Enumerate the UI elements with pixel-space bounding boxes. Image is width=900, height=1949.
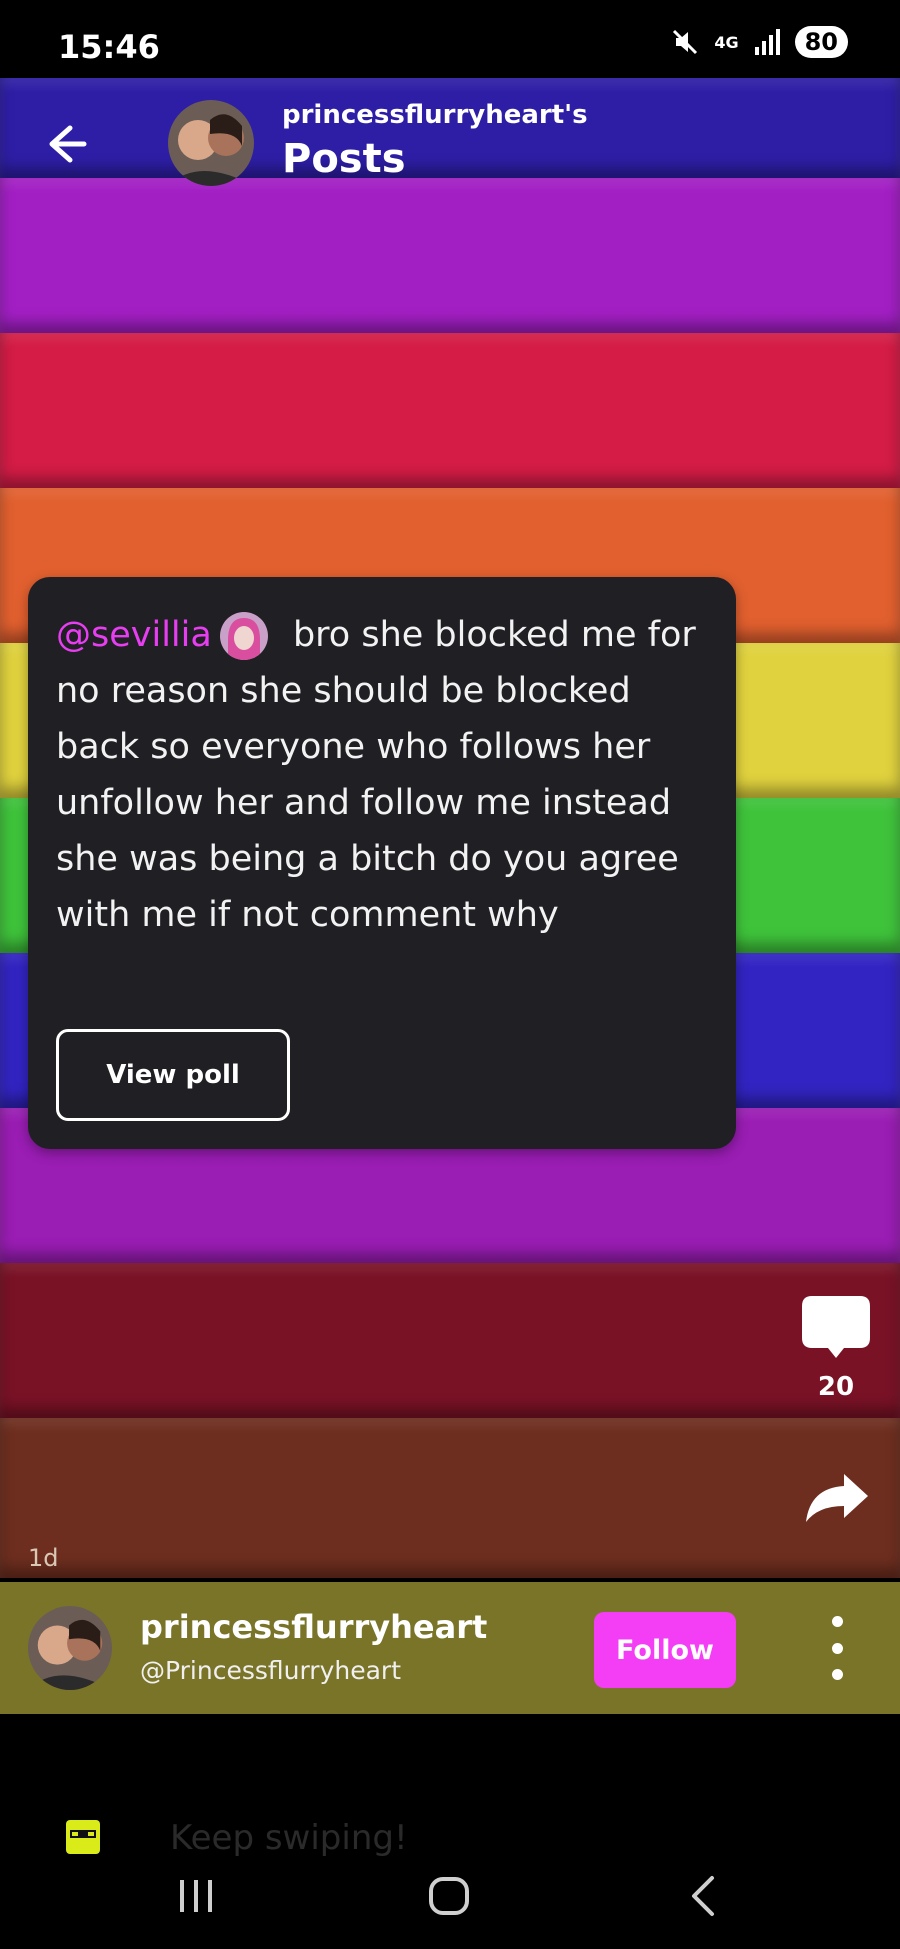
comment-icon[interactable] xyxy=(800,1290,872,1380)
share-icon[interactable] xyxy=(800,1468,872,1528)
view-poll-button[interactable]: View poll xyxy=(56,1029,290,1121)
swipe-toast-text: Keep swiping! xyxy=(170,1818,408,1858)
header-avatar[interactable] xyxy=(168,100,254,186)
status-icons: 4G 80 xyxy=(670,26,848,58)
back-button[interactable] xyxy=(40,118,92,170)
battery-icon: 80 xyxy=(794,26,848,58)
mute-icon xyxy=(673,29,698,55)
page-title: Posts xyxy=(282,136,406,182)
follow-button[interactable]: Follow xyxy=(594,1612,736,1688)
status-bar: 15:46 4G 80 xyxy=(0,0,900,78)
mention-link[interactable]: @sevillia xyxy=(56,615,212,655)
author-avatar[interactable] xyxy=(28,1606,112,1690)
author-bar: princessflurryheart @Princessflurryheart… xyxy=(0,1582,900,1714)
comment-count: 20 xyxy=(817,1372,855,1402)
signal-icon xyxy=(754,29,780,55)
home-icon[interactable] xyxy=(428,1874,470,1918)
post-body: bro she blocked me for no reason she sho… xyxy=(56,615,696,935)
more-options-icon[interactable] xyxy=(822,1616,852,1680)
author-name[interactable]: princessflurryheart xyxy=(140,1608,487,1646)
recent-apps-icon[interactable] xyxy=(176,1874,216,1918)
header-subtitle: princessflurryheart's xyxy=(282,100,588,130)
post-time: 1d xyxy=(28,1544,59,1572)
network-label: 4G xyxy=(714,32,739,52)
mention-avatar xyxy=(219,612,268,660)
post-card: @sevillia bro she blocked me for no reas… xyxy=(28,577,736,1149)
swipe-hint-icon xyxy=(66,1820,100,1854)
back-nav-icon[interactable] xyxy=(684,1874,724,1918)
post-text: @sevillia bro she blocked me for no reas… xyxy=(56,607,716,943)
status-time: 15:46 xyxy=(58,28,160,66)
author-handle: @Princessflurryheart xyxy=(140,1656,402,1685)
